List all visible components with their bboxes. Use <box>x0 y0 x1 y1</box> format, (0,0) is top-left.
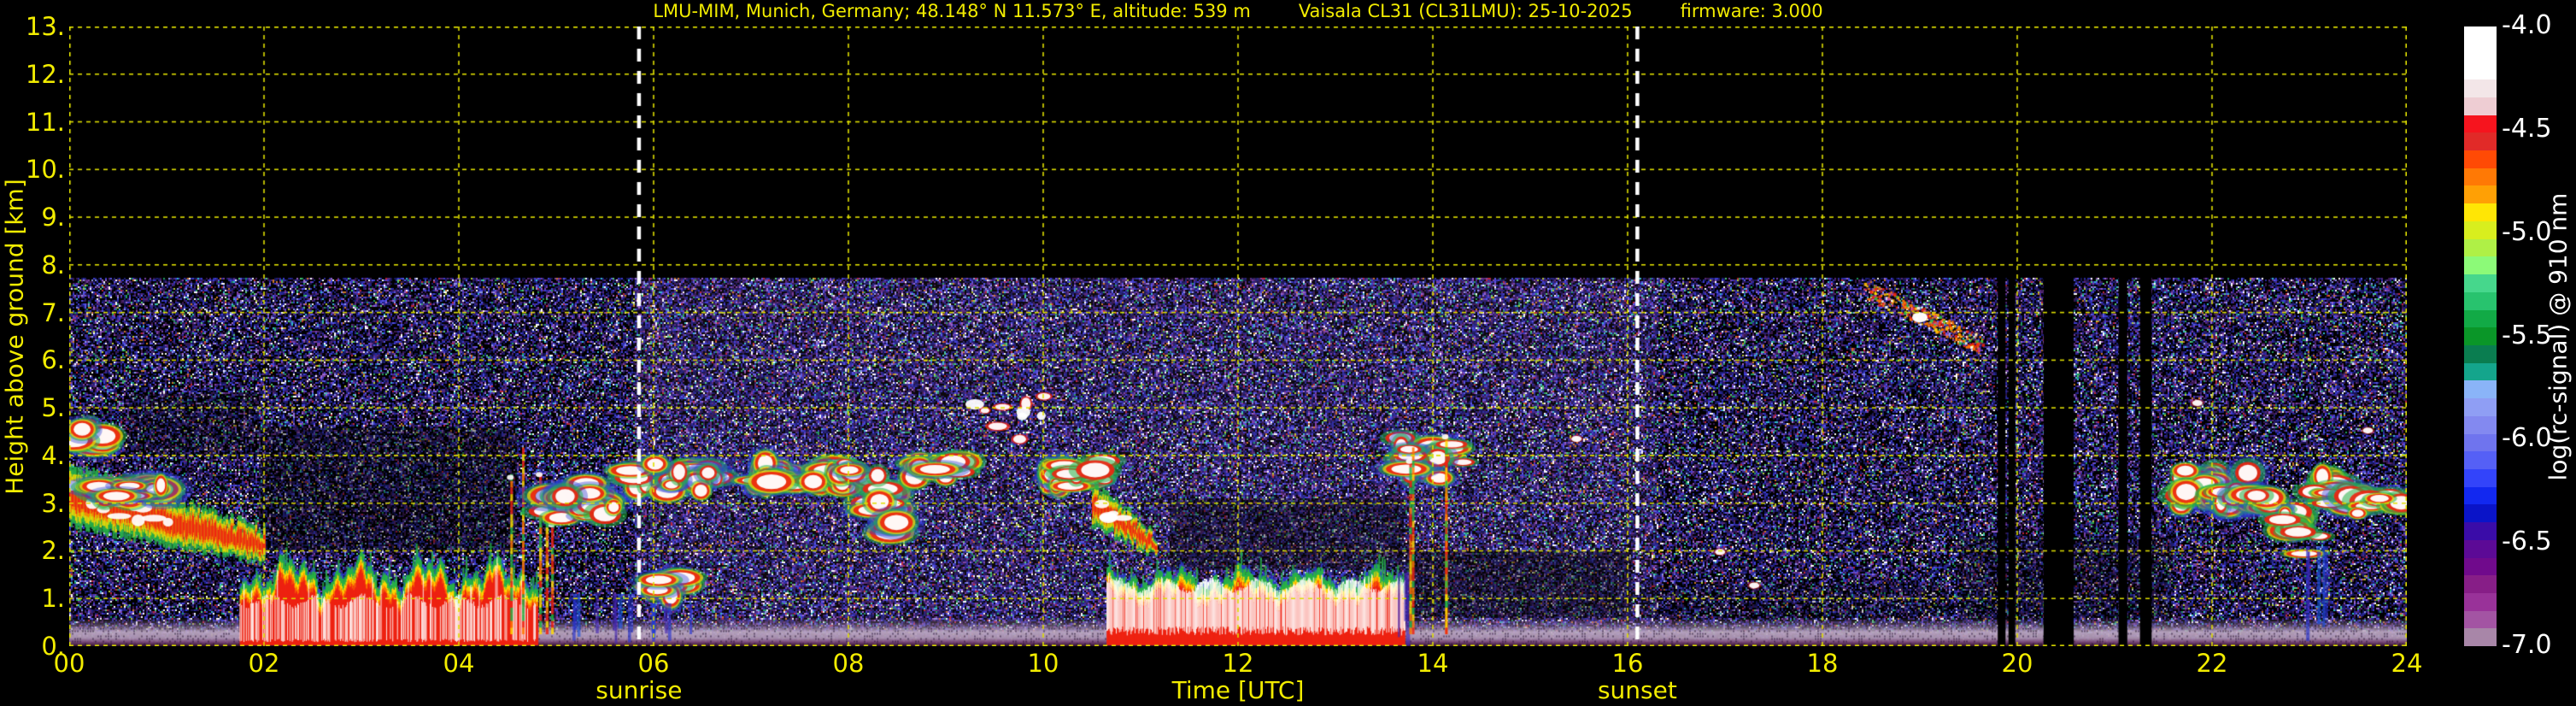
y-tick-label: 7. <box>0 300 65 326</box>
colorbar-segment <box>2464 239 2497 257</box>
y-tick-label: 13. <box>0 14 65 39</box>
colorbar-segment <box>2464 487 2497 505</box>
colorbar-segment <box>2464 256 2497 274</box>
y-tick-label: 1. <box>0 585 65 611</box>
x-tick-label: 22 <box>2178 650 2246 676</box>
colorbar-tick-label: -4.5 <box>2502 115 2576 143</box>
x-tick-label: 20 <box>1983 650 2051 676</box>
x-tick-label: 06 <box>619 650 688 676</box>
colorbar-segment <box>2464 345 2497 363</box>
y-tick-label: 11. <box>0 109 65 135</box>
x-tick-label: 04 <box>425 650 493 676</box>
ceilometer-quicklook-figure: LMU-MIM, Munich, Germany; 48.148° N 11.5… <box>0 0 2576 706</box>
y-tick-label: 6. <box>0 347 65 373</box>
colorbar-segment <box>2464 79 2497 97</box>
colorbar-segment <box>2464 469 2497 487</box>
x-tick-label: 24 <box>2373 650 2441 676</box>
y-tick-label: 12. <box>0 62 65 87</box>
colorbar-segment <box>2464 185 2497 203</box>
colorbar-segment <box>2464 221 2497 239</box>
colorbar-segment <box>2464 97 2497 115</box>
x-tick-label: 12 <box>1204 650 1272 676</box>
x-tick-label: 08 <box>814 650 883 676</box>
colorbar <box>2464 26 2497 646</box>
colorbar-segment <box>2464 540 2497 558</box>
colorbar-segment <box>2464 398 2497 416</box>
title-instrument: Vaisala CL31 (CL31LMU): 25-10-2025 <box>1275 1 1657 21</box>
colorbar-segment <box>2464 274 2497 292</box>
y-tick-label: 4. <box>0 443 65 468</box>
x-tick-label: 00 <box>35 650 103 676</box>
colorbar-segment <box>2464 292 2497 310</box>
y-tick-label: 10. <box>0 156 65 182</box>
colorbar-segment <box>2464 310 2497 328</box>
colorbar-segment <box>2464 327 2497 345</box>
colorbar-label: log(rc-signal) @ 910 nm <box>2544 193 2573 481</box>
y-tick-label: 9. <box>0 204 65 230</box>
x-tick-label: 10 <box>1009 650 1077 676</box>
x-tick-label: 02 <box>230 650 298 676</box>
colorbar-segment <box>2464 62 2497 79</box>
y-tick-label: 5. <box>0 395 65 421</box>
ceilometer-heatmap-canvas <box>69 26 2407 646</box>
x-tick-label: 14 <box>1399 650 1467 676</box>
colorbar-segment <box>2464 150 2497 168</box>
x-axis-label: Time [UTC] <box>1144 679 1332 703</box>
colorbar-segment <box>2464 504 2497 522</box>
colorbar-segment <box>2464 203 2497 221</box>
colorbar-tick-label: -7.0 <box>2502 632 2576 659</box>
colorbar-segment <box>2464 416 2497 434</box>
colorbar-segment <box>2464 363 2497 381</box>
colorbar-tick-label: -6.5 <box>2502 528 2576 556</box>
colorbar-segment <box>2464 380 2497 398</box>
colorbar-segment <box>2464 575 2497 593</box>
colorbar-tick-label: -4.0 <box>2502 12 2576 39</box>
title-location: LMU-MIM, Munich, Germany; 48.148° N 11.5… <box>629 1 1274 21</box>
title-firmware: firmware: 3.000 <box>1657 1 1847 21</box>
colorbar-segment <box>2464 593 2497 611</box>
colorbar-segment <box>2464 132 2497 150</box>
colorbar-segment <box>2464 628 2497 646</box>
colorbar-segment <box>2464 44 2497 62</box>
colorbar-segment <box>2464 168 2497 186</box>
plot-title: LMU-MIM, Munich, Germany; 48.148° N 11.5… <box>69 1 2407 21</box>
y-tick-label: 3. <box>0 491 65 516</box>
colorbar-segment <box>2464 611 2497 629</box>
colorbar-segment <box>2464 434 2497 452</box>
sunset-annotation: sunset <box>1543 679 1731 703</box>
x-tick-label: 16 <box>1593 650 1662 676</box>
colorbar-segment <box>2464 115 2497 133</box>
sunrise-annotation: sunrise <box>545 679 733 703</box>
y-tick-label: 8. <box>0 252 65 278</box>
y-tick-label: 2. <box>0 538 65 563</box>
colorbar-segment <box>2464 26 2497 44</box>
colorbar-segment <box>2464 451 2497 469</box>
colorbar-segment <box>2464 522 2497 540</box>
x-tick-label: 18 <box>1788 650 1857 676</box>
colorbar-segment <box>2464 558 2497 576</box>
